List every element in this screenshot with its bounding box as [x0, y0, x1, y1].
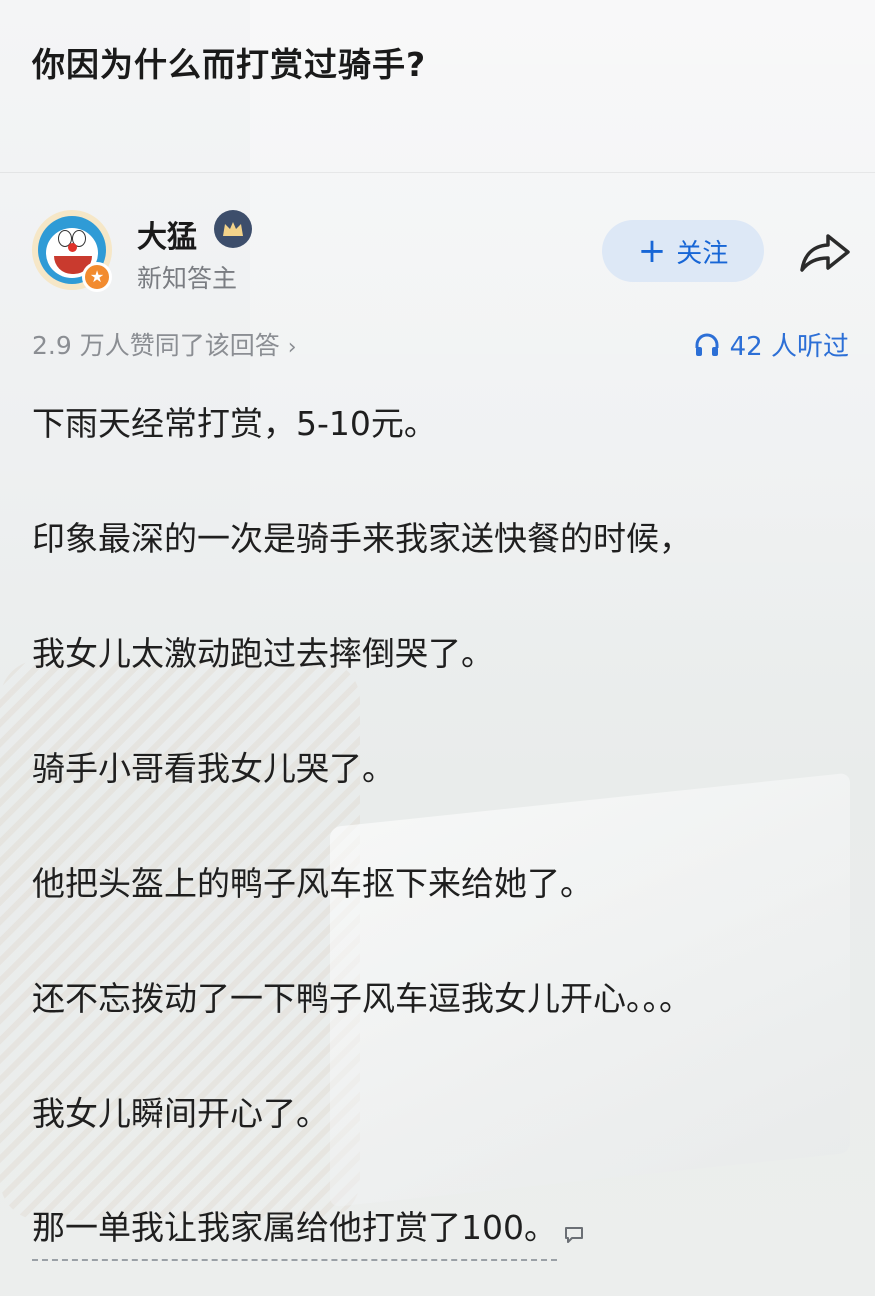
follow-label: 关注 [676, 238, 729, 269]
author-title: 新知答主 [137, 264, 238, 293]
answer-paragraph: 我女儿瞬间开心了。 [32, 1094, 329, 1133]
question-title[interactable]: 你因为什么而打赏过骑手? [32, 38, 426, 86]
author-name[interactable]: 大猛 [137, 212, 197, 256]
agree-count-text: 2.9 万人赞同了该回答 [32, 331, 280, 360]
share-arrow-icon[interactable] [798, 230, 852, 274]
answer-content: 下雨天经常打赏，5-10元。 印象最深的一次是骑手来我家送快餐的时候， 我女儿太… [32, 392, 852, 1261]
divider [0, 172, 875, 173]
crown-icon [214, 210, 252, 248]
avatar-nose [68, 243, 77, 252]
answer-paragraph: 他把头盔上的鸭子风车抠下来给她了。 [32, 864, 593, 903]
answer-paragraph: 骑手小哥看我女儿哭了。 [32, 749, 395, 788]
star-badge-icon: ★ [82, 262, 112, 292]
plus-icon: + [637, 231, 667, 271]
agree-count-link[interactable]: 2.9 万人赞同了该回答 › [32, 326, 297, 362]
listen-count-text: 42 人听过 [729, 332, 849, 362]
comment-bubble-icon[interactable] [563, 1225, 585, 1245]
answer-paragraph: 还不忘拨动了一下鸭子风车逗我女儿开心。。。 [32, 979, 692, 1018]
answer-paragraph-commentable[interactable]: 那一单我让我家属给他打赏了100。 [32, 1197, 557, 1261]
answer-paragraph: 印象最深的一次是骑手来我家送快餐的时候， [32, 519, 692, 558]
listen-count[interactable]: 42 人听过 [694, 326, 849, 363]
chevron-right-icon: › [287, 335, 297, 360]
answer-paragraph: 我女儿太激动跑过去摔倒哭了。 [32, 634, 494, 673]
answer-paragraph: 下雨天经常打赏，5-10元。 [32, 404, 437, 443]
follow-button[interactable]: + 关注 [602, 220, 764, 282]
crown-icon-svg [223, 222, 243, 236]
headphone-icon [695, 333, 719, 356]
